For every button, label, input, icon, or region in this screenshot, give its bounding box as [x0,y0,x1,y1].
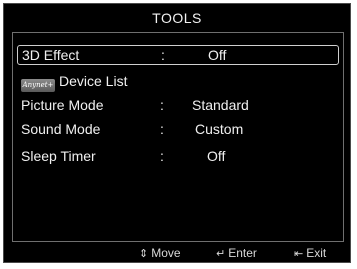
tools-window: TOOLS 3D Effect : Off Anynet+ Device List… [3,3,351,263]
menu-item-label: Sound Mode [21,121,101,137]
move-hint: ⇕ Move [139,244,181,263]
move-hint-label: Move [151,246,181,260]
menu-item-separator: : [160,97,164,113]
exit-hint: ⇤ Exit [294,244,326,263]
menu-item-label-group: Anynet+ Device List [21,71,127,92]
menu-item-sleep-timer[interactable]: Sleep Timer : Off [17,146,339,166]
menu-item-value: Standard [192,97,249,113]
exit-icon: ⇤ [294,248,304,260]
menu-item-value: Off [207,148,226,164]
menu-item-sound-mode[interactable]: Sound Mode : Custom [17,119,339,139]
menu-item-picture-mode[interactable]: Picture Mode : Standard [17,95,339,115]
menu-item-label: Device List [59,73,128,89]
footer-hints: ⇕ Move ↵ Enter ⇤ Exit [4,244,350,262]
menu-item-value: Custom [195,121,244,137]
menu-item-separator: : [160,148,164,164]
menu-item-device-list[interactable]: Anynet+ Device List [17,71,339,92]
menu-item-label: 3D Effect [22,47,80,63]
menu-item-separator: : [160,121,164,137]
menu-item-label: Sleep Timer [21,148,96,164]
anynet-logo: Anynet+ [21,79,55,92]
enter-hint: ↵ Enter [216,244,257,263]
enter-hint-label: Enter [228,246,257,260]
menu-item-3d-effect[interactable]: 3D Effect : Off [17,45,339,65]
menu-item-label: Picture Mode [21,97,104,113]
enter-icon: ↵ [216,248,226,260]
exit-hint-label: Exit [306,246,327,260]
menu-item-value: Off [208,47,227,63]
window-title: TOOLS [152,10,202,26]
menu-item-separator: : [161,47,165,63]
tools-menu: 3D Effect : Off Anynet+ Device List Pictu… [12,32,344,242]
up-down-arrow-icon: ⇕ [139,248,149,260]
